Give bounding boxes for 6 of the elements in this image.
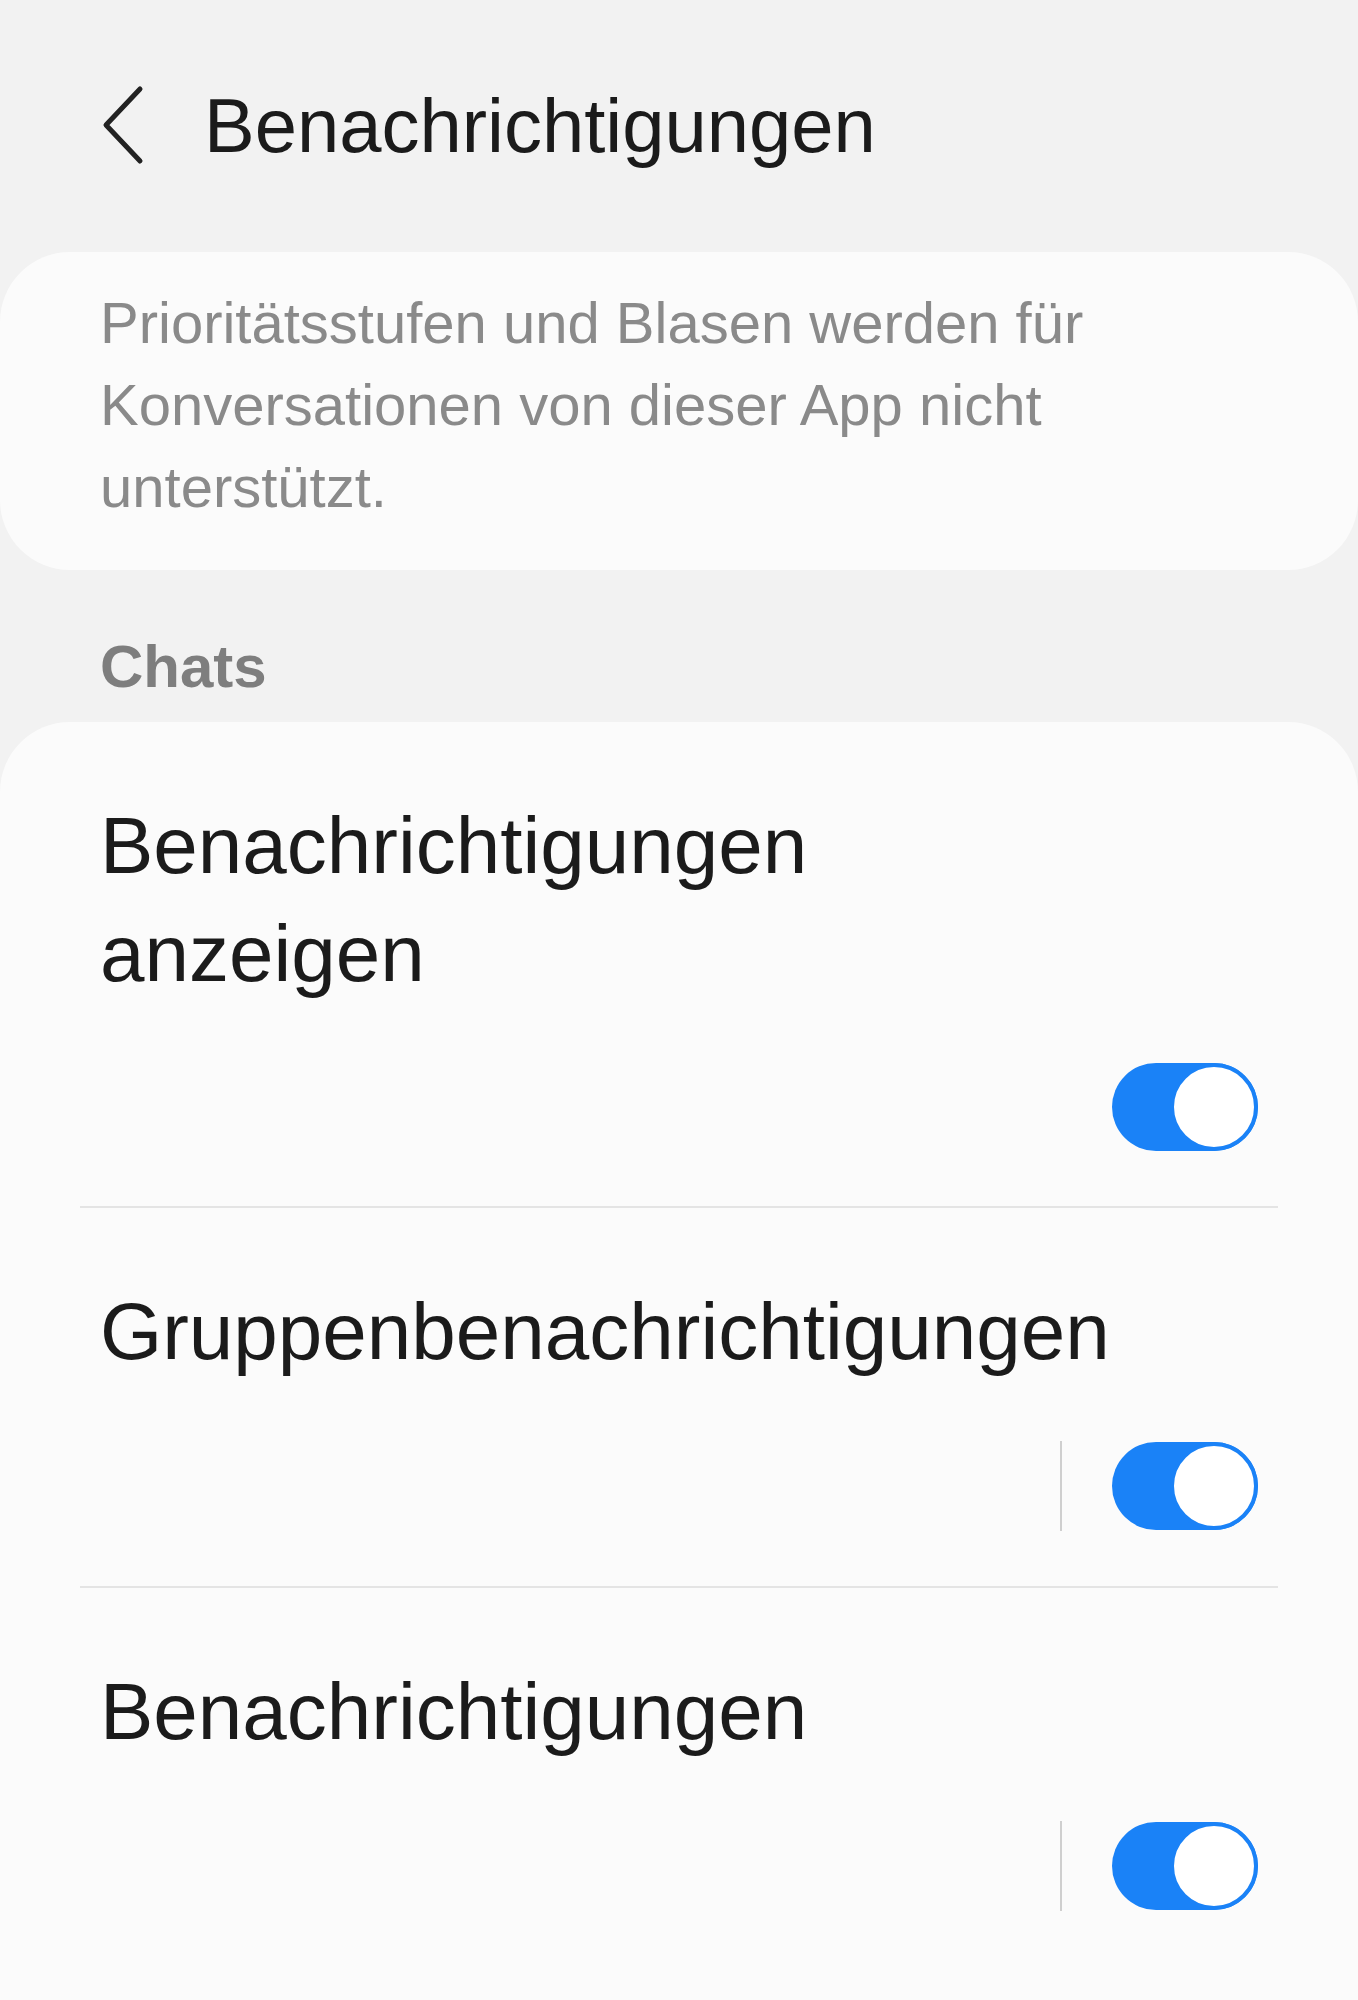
setting-label[interactable]: Gruppenbenachrichtigungen [100,1278,1258,1386]
setting-label[interactable]: Benachrichtigungen [100,1658,1258,1766]
page-title: Benachrichtigungen [204,81,876,169]
section-label: Chats [99,632,268,702]
info-text: Prioritätsstufen und Blasen werden für Konversationen von dieser App nicht unterstützt. [100,289,1085,521]
setting-label[interactable]: Benachrichtigungen anzeigen [100,792,1060,1008]
